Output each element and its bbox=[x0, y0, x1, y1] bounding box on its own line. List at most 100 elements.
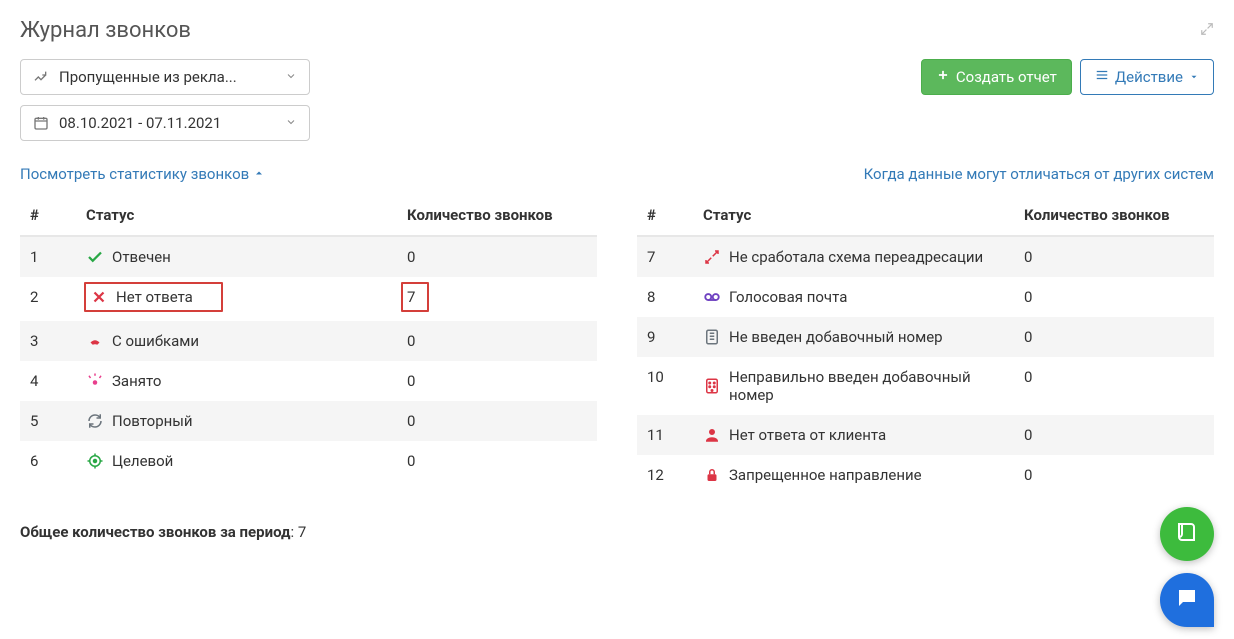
table-row: 3С ошибками0 bbox=[20, 321, 597, 361]
book-icon bbox=[1175, 520, 1199, 548]
row-index: 1 bbox=[20, 236, 76, 277]
date-range-select[interactable]: 08.10.2021 - 07.11.2021 bbox=[20, 105, 310, 141]
chevron-down-icon bbox=[285, 68, 297, 86]
summary-value: 7 bbox=[298, 523, 306, 541]
row-count: 0 bbox=[397, 236, 597, 277]
plus-icon bbox=[936, 68, 950, 86]
row-count: 0 bbox=[1014, 277, 1214, 317]
row-count: 0 bbox=[1014, 357, 1214, 415]
row-index: 5 bbox=[20, 401, 76, 441]
table-row: 9 Не введен добавочный номер 0 bbox=[637, 317, 1214, 357]
row-status: Запрещенное направление bbox=[693, 455, 1014, 495]
view-stats-link[interactable]: Посмотреть статистику звонков bbox=[20, 165, 265, 183]
row-index: 2 bbox=[20, 277, 76, 321]
row-count: 0 bbox=[1014, 455, 1214, 495]
row-index: 3 bbox=[20, 321, 76, 361]
col-status: Статус bbox=[693, 195, 1014, 236]
row-status: Занято bbox=[76, 361, 397, 401]
toolbar-left: Пропущенные из рекла... 08.10.2021 - 07.… bbox=[20, 59, 310, 141]
report-select-label: Пропущенные из рекла... bbox=[59, 68, 237, 86]
status-label: Не введен добавочный номер bbox=[729, 328, 943, 346]
col-status: Статус bbox=[76, 195, 397, 236]
action-label: Действие bbox=[1115, 68, 1183, 86]
row-status: Отвечен bbox=[76, 236, 397, 277]
row-status: Не введен добавочный номер bbox=[693, 317, 1014, 357]
table-row: 2Нет ответа7 bbox=[20, 277, 597, 321]
summary-label: Общее количество звонков за период bbox=[20, 523, 291, 541]
toolbar-right: Создать отчет Действие bbox=[921, 59, 1214, 95]
row-status: С ошибками bbox=[76, 321, 397, 361]
table-row: 5 Повторный 0 bbox=[20, 401, 597, 441]
row-count: 0 bbox=[1014, 415, 1214, 455]
status-table-right: # Статус Количество звонков 7Не сработал… bbox=[637, 195, 1214, 495]
row-index: 7 bbox=[637, 236, 693, 277]
row-index: 4 bbox=[20, 361, 76, 401]
row-status: Голосовая почта bbox=[693, 277, 1014, 317]
arrows-split-icon bbox=[703, 248, 721, 266]
row-index: 10 bbox=[637, 357, 693, 415]
action-button[interactable]: Действие bbox=[1080, 59, 1214, 95]
status-label: Повторный bbox=[112, 412, 193, 430]
create-report-label: Создать отчет bbox=[956, 68, 1057, 86]
status-label: Запрещенное направление bbox=[729, 466, 922, 484]
expand-icon[interactable] bbox=[1200, 22, 1214, 40]
chat-fab[interactable] bbox=[1160, 573, 1214, 627]
row-index: 8 bbox=[637, 277, 693, 317]
table-row: 8 Голосовая почта 0 bbox=[637, 277, 1214, 317]
row-index: 9 bbox=[637, 317, 693, 357]
trend-icon bbox=[33, 69, 49, 85]
status-label: Отвечен bbox=[112, 248, 171, 266]
tables: # Статус Количество звонков 1 Отвечен 0 2 Не… bbox=[0, 189, 1234, 495]
phone-drop-icon bbox=[86, 332, 104, 350]
date-range-label: 08.10.2021 - 07.11.2021 bbox=[59, 114, 221, 132]
data-differ-label: Когда данные могут отличаться от других … bbox=[864, 165, 1214, 183]
menu-icon bbox=[1095, 68, 1109, 86]
table-row: 4 Занято 0 bbox=[20, 361, 597, 401]
client-mute-icon bbox=[703, 426, 721, 444]
chevron-down-icon bbox=[285, 114, 297, 132]
col-index: # bbox=[20, 195, 76, 236]
row-count: 0 bbox=[1014, 317, 1214, 357]
row-count: 0 bbox=[397, 361, 597, 401]
repeat-icon bbox=[86, 412, 104, 430]
create-report-button[interactable]: Создать отчет bbox=[921, 59, 1072, 95]
table-row: 6 Целевой 0 bbox=[20, 441, 597, 481]
target-icon bbox=[86, 452, 104, 470]
status-label: Целевой bbox=[112, 452, 173, 470]
row-index: 6 bbox=[20, 441, 76, 481]
status-label: С ошибками bbox=[112, 332, 199, 350]
row-status: Повторный bbox=[76, 401, 397, 441]
col-count: Количество звонков bbox=[1014, 195, 1214, 236]
table-row: 12 Запрещенное направление 0 bbox=[637, 455, 1214, 495]
status-label: Нет ответа bbox=[116, 288, 193, 306]
help-fab[interactable] bbox=[1160, 507, 1214, 561]
table-row: 1 Отвечен 0 bbox=[20, 236, 597, 277]
row-status: Целевой bbox=[76, 441, 397, 481]
table-row: 11Нет ответа от клиента0 bbox=[637, 415, 1214, 455]
chevron-up-icon bbox=[253, 165, 265, 183]
row-index: 12 bbox=[637, 455, 693, 495]
cross-icon bbox=[90, 288, 108, 306]
table-row: 7Не сработала схема переадресации0 bbox=[637, 236, 1214, 277]
summary-footer: Общее количество звонков за период: 7 bbox=[0, 495, 1234, 551]
row-count: 0 bbox=[1014, 236, 1214, 277]
status-label: Занято bbox=[112, 372, 161, 390]
col-index: # bbox=[637, 195, 693, 236]
row-status: Не сработала схема переадресации bbox=[693, 236, 1014, 277]
row-count: 0 bbox=[397, 401, 597, 441]
panel-header: Журнал звонков bbox=[0, 0, 1234, 53]
check-icon bbox=[86, 248, 104, 266]
report-select[interactable]: Пропущенные из рекла... bbox=[20, 59, 310, 95]
row-count: 0 bbox=[397, 441, 597, 481]
data-differ-link[interactable]: Когда данные могут отличаться от других … bbox=[864, 165, 1214, 183]
toolbar: Пропущенные из рекла... 08.10.2021 - 07.… bbox=[0, 53, 1234, 141]
status-label: Неправильно введен добавочный номер bbox=[729, 368, 1004, 404]
row-status: Нет ответа bbox=[76, 277, 397, 321]
page-title: Журнал звонков bbox=[20, 18, 191, 43]
lock-icon bbox=[703, 466, 721, 484]
voicemail-icon bbox=[703, 288, 721, 306]
calendar-icon bbox=[33, 115, 49, 131]
keypad-bad-icon bbox=[703, 377, 721, 395]
status-label: Голосовая почта bbox=[729, 288, 847, 306]
table-row: 10 Неправильно введен добавочный номер 0 bbox=[637, 357, 1214, 415]
